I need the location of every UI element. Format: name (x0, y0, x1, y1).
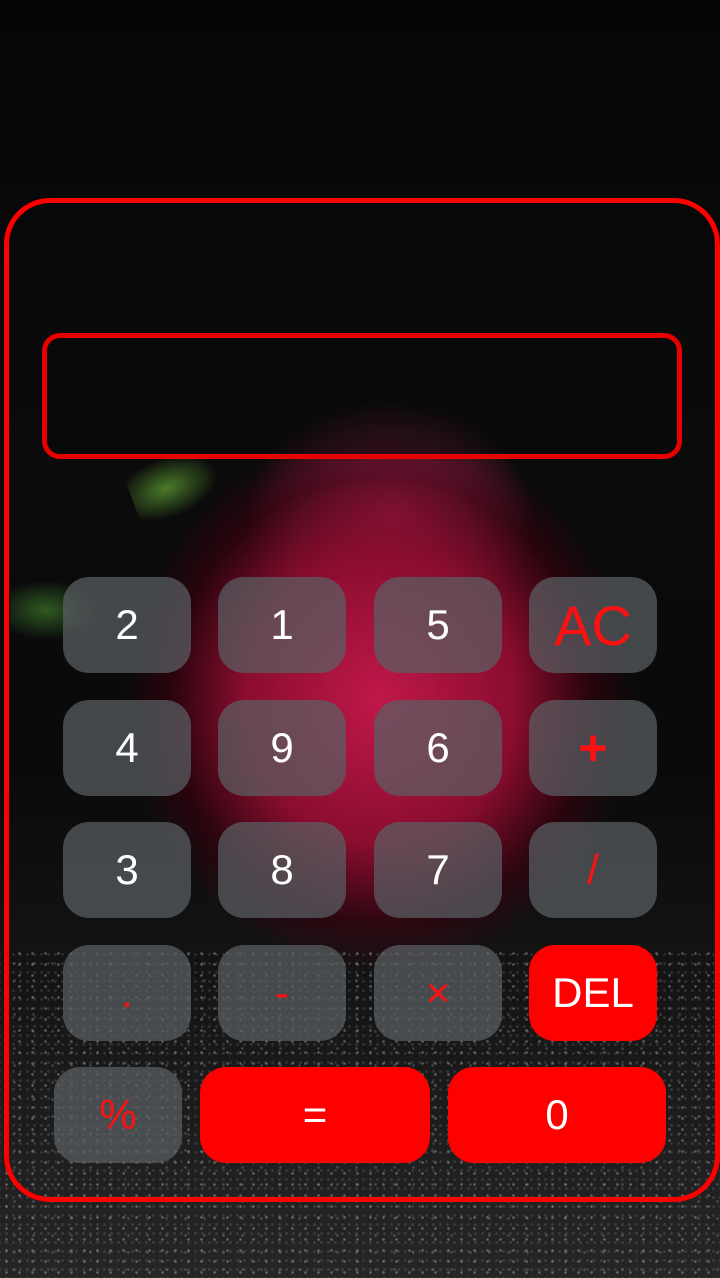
digit-0-button[interactable]: 0 (448, 1067, 666, 1163)
subtract-button[interactable]: - (218, 945, 346, 1041)
digit-9-button[interactable]: 9 (218, 700, 346, 796)
digit-4-button[interactable]: 4 (63, 700, 191, 796)
digit-3-button[interactable]: 3 (63, 822, 191, 918)
digit-5-button[interactable]: 5 (374, 577, 502, 673)
percent-button[interactable]: % (54, 1067, 182, 1163)
digit-2-button[interactable]: 2 (63, 577, 191, 673)
digit-1-button[interactable]: 1 (218, 577, 346, 673)
digit-8-button[interactable]: 8 (218, 822, 346, 918)
add-button[interactable]: + (529, 700, 657, 796)
equals-button[interactable]: = (200, 1067, 430, 1163)
result-display (42, 333, 682, 459)
decimal-point-button[interactable]: . (63, 945, 191, 1041)
digit-7-button[interactable]: 7 (374, 822, 502, 918)
calculator-screen: 2 1 5 AC 4 9 6 + 3 8 7 / . - × DEL % = 0 (0, 0, 720, 1278)
delete-button[interactable]: DEL (529, 945, 657, 1041)
all-clear-button[interactable]: AC (529, 577, 657, 673)
divide-button[interactable]: / (529, 822, 657, 918)
digit-6-button[interactable]: 6 (374, 700, 502, 796)
multiply-button[interactable]: × (374, 945, 502, 1041)
